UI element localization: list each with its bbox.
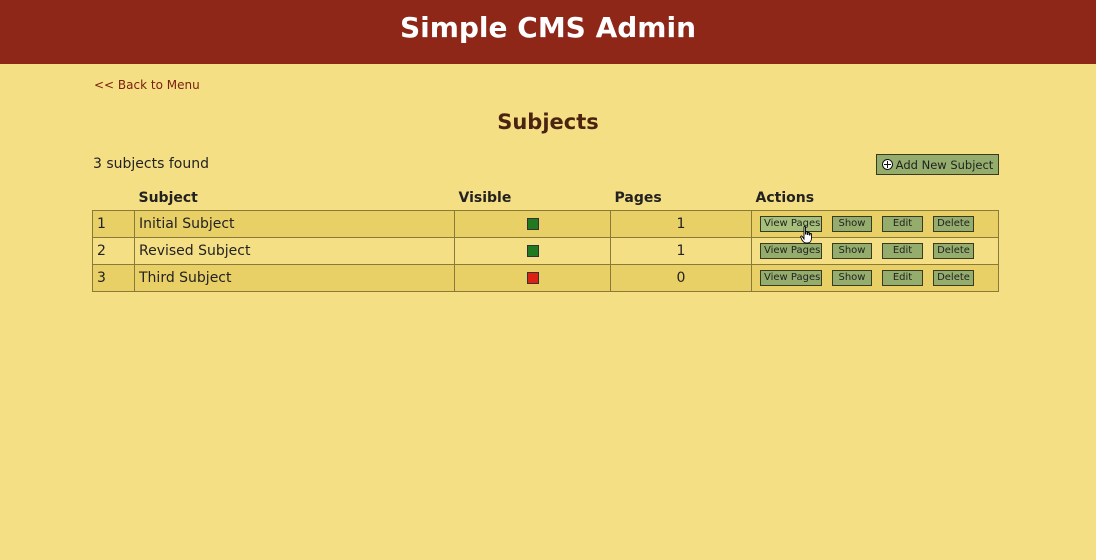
row-actions: View Pages Show Edit Delete bbox=[751, 237, 999, 265]
column-header-actions: Actions bbox=[755, 190, 815, 206]
view-pages-button[interactable]: View Pages bbox=[760, 243, 822, 259]
edit-button[interactable]: Edit bbox=[882, 243, 923, 259]
subjects-table: Subject Visible Pages Actions 1 Initial … bbox=[92, 188, 999, 292]
row-visible-cell bbox=[454, 237, 611, 265]
add-new-subject-button[interactable]: Add New Subject bbox=[876, 154, 999, 175]
row-id: 3 bbox=[92, 264, 135, 292]
table-row: 1 Initial Subject 1 View Pages Show Edit De… bbox=[92, 210, 999, 238]
table-row: 2 Revised Subject 1 View Pages Show Edit De… bbox=[92, 237, 999, 265]
add-new-subject-label: Add New Subject bbox=[895, 157, 994, 172]
subject-count: 3 subjects found bbox=[93, 156, 209, 172]
row-subject-name: Third Subject bbox=[134, 264, 455, 292]
page-title: Subjects bbox=[497, 110, 599, 134]
row-subject-name: Initial Subject bbox=[134, 210, 455, 238]
show-button[interactable]: Show bbox=[832, 270, 872, 286]
back-to-menu-link[interactable]: << Back to Menu bbox=[94, 78, 200, 92]
visible-status-icon bbox=[526, 218, 539, 230]
show-button[interactable]: Show bbox=[832, 243, 872, 259]
app-header: Simple CMS Admin bbox=[0, 0, 1096, 64]
delete-button[interactable]: Delete bbox=[933, 216, 974, 232]
row-subject-name: Revised Subject bbox=[134, 237, 455, 265]
row-actions: View Pages Show Edit Delete bbox=[751, 210, 999, 238]
column-header-subject: Subject bbox=[138, 190, 198, 206]
column-header-visible: Visible bbox=[458, 190, 512, 206]
delete-button[interactable]: Delete bbox=[933, 270, 974, 286]
column-header-pages: Pages bbox=[614, 190, 662, 206]
hidden-status-icon bbox=[526, 272, 539, 284]
edit-button[interactable]: Edit bbox=[882, 270, 923, 286]
table-row: 3 Third Subject 0 View Pages Show Edit Dele… bbox=[92, 264, 999, 292]
row-id: 1 bbox=[92, 210, 135, 238]
app-title: Simple CMS Admin bbox=[399, 10, 697, 44]
delete-button[interactable]: Delete bbox=[933, 243, 974, 259]
row-visible-cell bbox=[454, 210, 611, 238]
view-pages-button[interactable]: View Pages bbox=[760, 270, 822, 286]
row-visible-cell bbox=[454, 264, 611, 292]
column-header-id bbox=[93, 188, 135, 211]
add-circle-icon bbox=[881, 159, 893, 170]
table-header-row: Subject Visible Pages Actions bbox=[93, 188, 999, 211]
row-actions: View Pages Show Edit Delete bbox=[751, 264, 999, 292]
row-pages-count: 1 bbox=[610, 210, 752, 238]
row-pages-count: 1 bbox=[610, 237, 752, 265]
show-button[interactable]: Show bbox=[832, 216, 872, 232]
visible-status-icon bbox=[526, 245, 539, 257]
row-id: 2 bbox=[92, 237, 135, 265]
row-pages-count: 0 bbox=[610, 264, 752, 292]
hand-pointer-icon bbox=[800, 226, 812, 244]
edit-button[interactable]: Edit bbox=[882, 216, 923, 232]
